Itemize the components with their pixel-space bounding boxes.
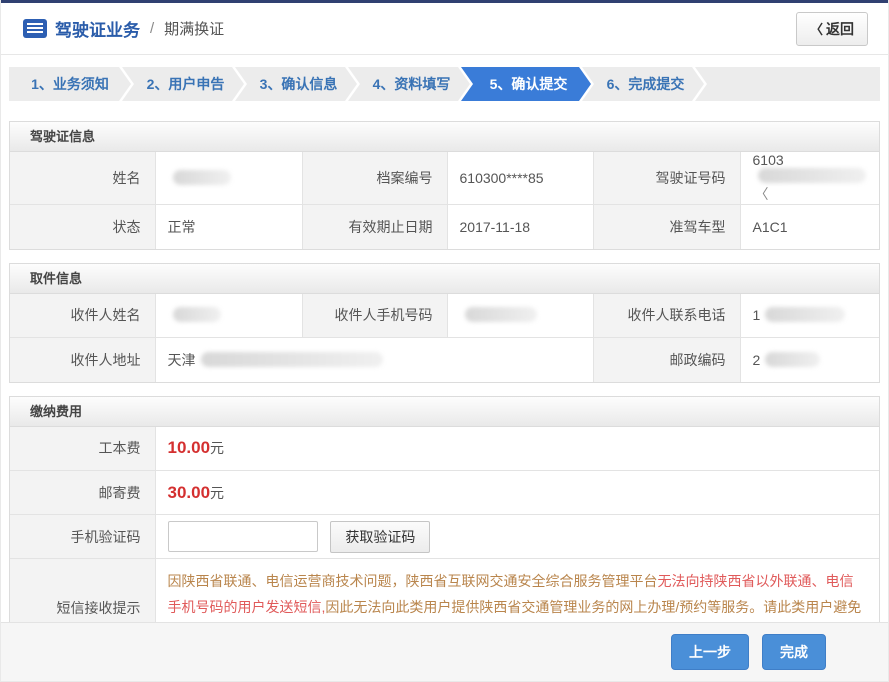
form-list-icon [23,19,47,38]
field-label-postage-fee: 邮寄费 [10,471,155,515]
back-button[interactable]: 〈 返回 [796,12,868,46]
redacted-value [765,307,845,322]
step-item-6: 6、完成提交 [582,67,704,101]
finish-button[interactable]: 完成 [762,634,826,670]
field-value-recipient-phone: 1 [740,294,879,338]
redaction-artifact: 〈 [755,186,769,202]
postage-fee-unit: 元 [210,485,224,501]
field-value-license-no: 6103〈 [740,152,879,205]
footer-action-bar: 上一步 完成 [1,622,888,681]
back-button-label: 返回 [826,19,854,39]
field-label-recipient-address: 收件人地址 [10,338,155,382]
field-label-sms-code: 手机验证码 [10,515,155,559]
notice-segment: 因陕西省联通、电信运营商技术问题，陕西省互联网交通安全综合服务管理平台 [168,573,658,589]
step-item-4: 4、资料填写 [348,67,470,101]
section-license-info: 驾驶证信息 姓名 档案编号 610300****85 驾驶证号码 6103〈 状… [9,121,880,250]
field-label-vehicle-class: 准驾车型 [593,205,740,249]
field-value-postal-code: 2 [740,338,879,382]
field-value-cost-fee: 10.00元 [155,427,879,471]
field-value-postage-fee: 30.00元 [155,471,879,515]
field-value-valid-until: 2017-11-18 [447,205,593,249]
field-value-sms-code: 获取验证码 [155,515,879,559]
section-title-fees: 缴纳费用 [10,397,879,427]
field-value-recipient-address: 天津 [155,338,593,382]
redacted-value [758,168,866,183]
table-row: 手机验证码 获取验证码 [10,515,879,559]
step-item-3: 3、确认信息 [235,67,357,101]
table-row: 邮寄费 30.00元 [10,471,879,515]
sms-code-input[interactable] [168,521,318,552]
cost-fee-amount: 10.00 [168,438,211,457]
field-label-license-no: 驾驶证号码 [593,152,740,205]
page-header: 驾驶证业务 / 期满换证 〈 返回 [1,3,888,55]
breadcrumb-current: 期满换证 [164,18,224,39]
field-value-recipient-mobile [447,294,593,338]
page: 驾驶证业务 / 期满换证 〈 返回 1、业务须知 2、用户申告 3、确认信息 4… [0,0,889,682]
field-label-valid-until: 有效期止日期 [302,205,447,249]
license-info-table: 姓名 档案编号 610300****85 驾驶证号码 6103〈 状态 正常 有… [10,152,879,249]
field-label-status: 状态 [10,205,155,249]
field-value-status: 正常 [155,205,302,249]
field-label-postal-code: 邮政编码 [593,338,740,382]
section-fees: 缴纳费用 工本费 10.00元 邮寄费 30.00元 手机验证码 获取验证码 短… [9,396,880,658]
table-row: 工本费 10.00元 [10,427,879,471]
field-label-name: 姓名 [10,152,155,205]
field-value-recipient-name [155,294,302,338]
field-label-cost-fee: 工本费 [10,427,155,471]
field-label-file-no: 档案编号 [302,152,447,205]
step-item-2: 2、用户申告 [122,67,244,101]
section-title-pickup: 取件信息 [10,264,879,294]
breadcrumb: 驾驶证业务 / 期满换证 [23,16,224,41]
step-bar-filler [695,67,880,101]
table-row: 状态 正常 有效期止日期 2017-11-18 准驾车型 A1C1 [10,205,879,249]
field-value-vehicle-class: A1C1 [740,205,879,249]
step-item-1: 1、业务须知 [9,67,131,101]
redacted-value [201,352,383,367]
table-row: 姓名 档案编号 610300****85 驾驶证号码 6103〈 [10,152,879,205]
field-label-recipient-name: 收件人姓名 [10,294,155,338]
pickup-info-table: 收件人姓名 收件人手机号码 收件人联系电话 1 收件人地址 天津 邮政编码 2 [10,294,879,382]
cost-fee-unit: 元 [210,440,224,456]
previous-step-button[interactable]: 上一步 [671,634,749,670]
redacted-value [173,307,221,322]
postage-fee-amount: 30.00 [168,483,211,502]
step-progress-bar: 1、业务须知 2、用户申告 3、确认信息 4、资料填写 5、确认提交 6、完成提… [9,67,880,101]
section-pickup-info: 取件信息 收件人姓名 收件人手机号码 收件人联系电话 1 收件人地址 天津 邮政… [9,263,880,383]
table-row: 收件人地址 天津 邮政编码 2 [10,338,879,382]
get-sms-code-button[interactable]: 获取验证码 [330,521,430,553]
redacted-value [465,307,537,322]
page-title: 驾驶证业务 [55,16,140,41]
field-value-file-no: 610300****85 [447,152,593,205]
redacted-value [173,170,231,185]
step-item-5-active: 5、确认提交 [461,67,591,101]
field-value-name [155,152,302,205]
section-title-license: 驾驶证信息 [10,122,879,152]
field-label-recipient-phone: 收件人联系电话 [593,294,740,338]
table-row: 收件人姓名 收件人手机号码 收件人联系电话 1 [10,294,879,338]
breadcrumb-divider: / [150,20,154,37]
chevron-left-icon: 〈 [810,19,823,38]
redacted-value [765,352,820,367]
field-label-recipient-mobile: 收件人手机号码 [302,294,447,338]
